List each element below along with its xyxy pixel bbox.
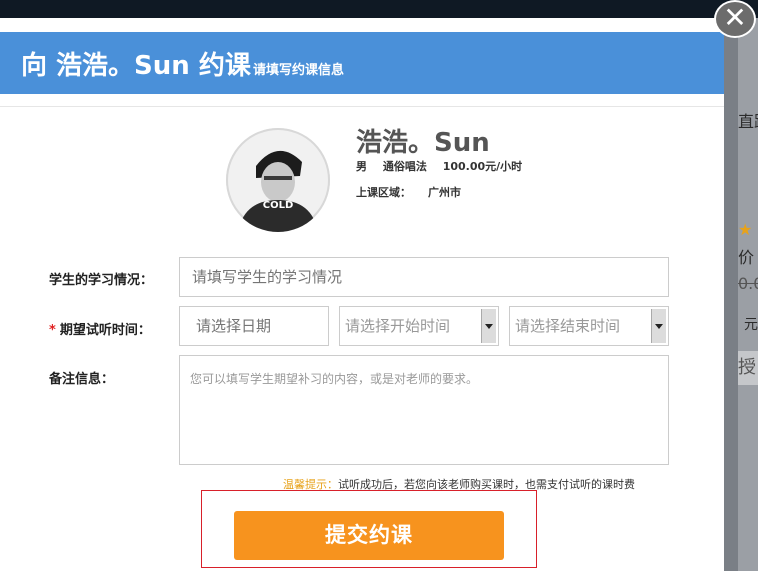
background-text: 价 [738, 248, 755, 267]
modal-subtitle: 请填写约课信息 [253, 63, 345, 78]
teacher-meta: 男 通俗唱法 100.00元/小时 [356, 158, 534, 174]
notes-placeholder: 您可以填写学生期望补习的内容，或是对老师的要求。 [190, 372, 479, 386]
start-time-select[interactable]: 请选择开始时间 [339, 306, 499, 346]
background-text: 元 [744, 317, 758, 333]
close-icon: ✕ [723, 1, 747, 34]
end-time-select[interactable]: 请选择结束时间 [509, 306, 669, 346]
teacher-photo-icon: COLD [226, 128, 330, 232]
avatar-text: COLD [263, 200, 294, 211]
background-button: 授 [738, 351, 758, 385]
modal-title: 向 浩浩。Sun 约课 [21, 51, 251, 81]
top-bar [0, 0, 758, 18]
time-label-wrap: * 期望试听时间： [49, 319, 151, 338]
teacher-gender: 男 [356, 160, 367, 173]
study-label: 学生的学习情况： [49, 273, 154, 288]
avatar: COLD [226, 128, 330, 232]
modal-header: 向 浩浩。Sun 约课 请填写约课信息 [0, 32, 724, 94]
time-label: 期望试听时间： [59, 323, 151, 338]
booking-modal: 向 浩浩。Sun 约课 请填写约课信息 COLD 浩浩。Sun 男 通俗唱法 1… [0, 18, 724, 571]
notes-textarea[interactable]: 您可以填写学生期望补习的内容，或是对老师的要求。 [179, 355, 669, 465]
teacher-name: 浩浩。Sun [356, 128, 490, 158]
date-input[interactable] [179, 306, 329, 346]
end-time-placeholder: 请选择结束时间 [515, 317, 621, 335]
chevron-down-icon[interactable] [481, 309, 496, 343]
background-page: 直路 ★ 价 0.0 元 授 [738, 18, 758, 571]
close-button[interactable]: ✕ [714, 0, 756, 38]
start-time-placeholder: 请选择开始时间 [345, 317, 451, 335]
submit-button[interactable]: 提交约课 [234, 511, 504, 560]
divider [0, 106, 724, 107]
teacher-subject: 通俗唱法 [382, 160, 427, 173]
background-star-icon: ★ [738, 220, 753, 239]
area-value: 广州市 [428, 186, 461, 199]
required-mark: * [49, 323, 56, 338]
background-text: 直路 [738, 112, 758, 131]
study-input[interactable] [179, 257, 669, 297]
teacher-price: 100.00元/小时 [442, 160, 523, 173]
notes-label: 备注信息： [49, 372, 115, 387]
background-price: 0.0 [738, 274, 758, 293]
area-label: 上课区域： [356, 186, 411, 199]
chevron-down-icon[interactable] [651, 309, 666, 343]
